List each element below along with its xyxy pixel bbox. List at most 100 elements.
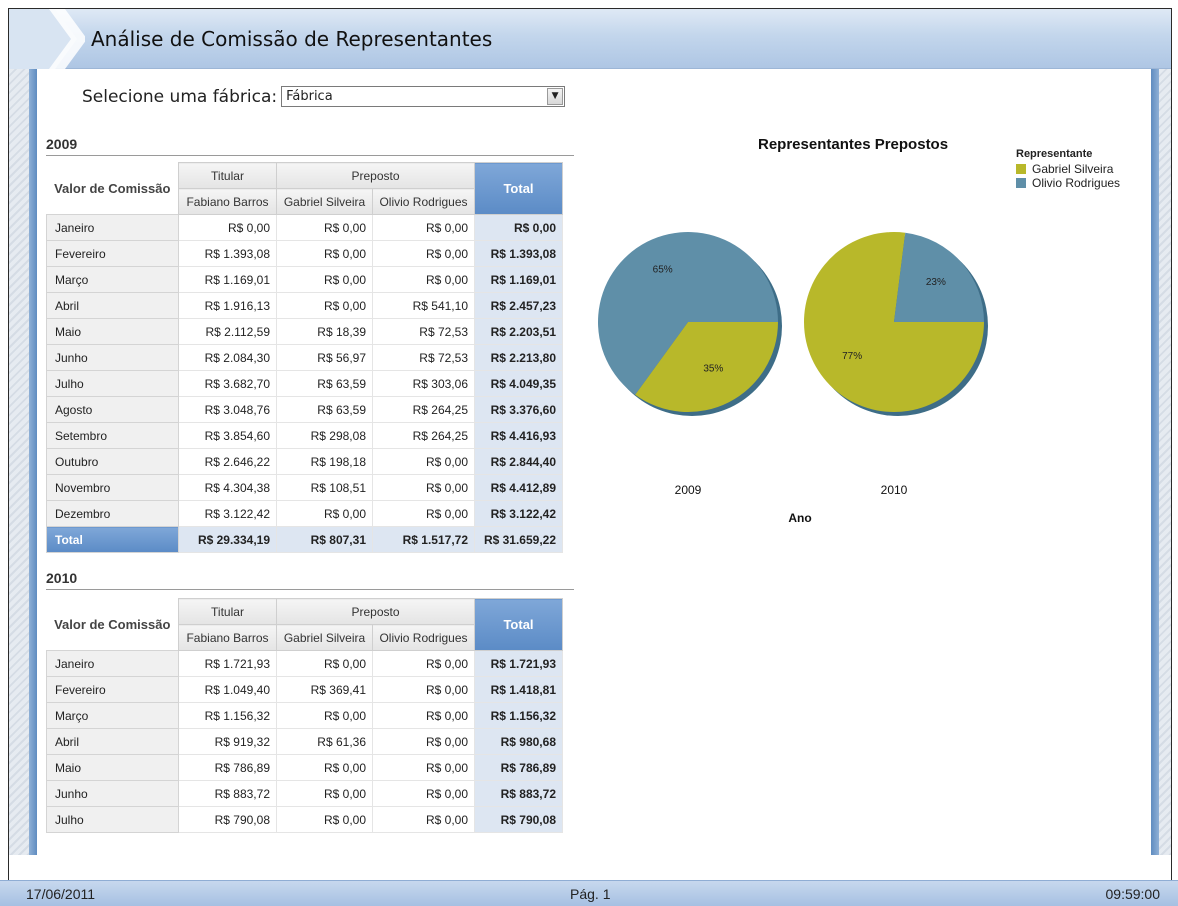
cell-olivio: R$ 0,00 [372,448,475,475]
legend-swatch [1016,178,1026,188]
cell-total: R$ 2.213,80 [474,344,563,371]
cell-fabiano: R$ 0,00 [178,214,277,241]
cell-total: R$ 1.721,93 [474,650,563,677]
factory-selector-label: Selecione uma fábrica: [82,86,278,107]
legend-item-olivio: Olivio Rodrigues [1016,176,1120,190]
row-month: Outubro [46,448,179,475]
table-row: Maio R$ 786,89 R$ 0,00 R$ 0,00 R$ 786,89 [46,754,563,781]
cell-fabiano: R$ 3.854,60 [178,422,277,449]
cell-olivio: R$ 541,10 [372,292,475,319]
cell-gabriel: R$ 18,39 [276,318,373,345]
footer-bar: 17/06/2011 Pág. 1 09:59:00 [0,880,1178,906]
chevron-down-icon[interactable]: ▼ [547,88,564,105]
col-group-preposto: Preposto [276,162,475,189]
row-month: Agosto [46,396,179,423]
cell-olivio: R$ 0,00 [372,702,475,729]
row-month: Novembro [46,474,179,501]
cell-gabriel: R$ 0,00 [276,702,373,729]
right-border [1151,69,1171,855]
chart-legend: Representante Gabriel Silveira Olivio Ro… [1016,148,1120,190]
table-row: Agosto R$ 3.048,76 R$ 63,59 R$ 264,25 R$ 3.3… [46,396,563,423]
cell-olivio: R$ 72,53 [372,344,475,371]
row-month: Junho [46,344,179,371]
footer-date: 17/06/2011 [26,886,96,902]
cell-gabriel: R$ 56,97 [276,344,373,371]
cell-olivio: R$ 264,25 [372,422,475,449]
cell-olivio: R$ 0,00 [372,214,475,241]
cell-total: R$ 4.416,93 [474,422,563,449]
cell-gabriel: R$ 0,00 [276,500,373,527]
table-row: Abril R$ 1.916,13 R$ 0,00 R$ 541,10 R$ 2.457… [46,292,563,319]
cell-total: R$ 786,89 [474,754,563,781]
table-row: Março R$ 1.156,32 R$ 0,00 R$ 0,00 R$ 1.156,3… [46,702,563,729]
cell-total: R$ 2.844,40 [474,448,563,475]
cell-fabiano: R$ 919,32 [178,728,277,755]
pie-category-label: 2009 [675,483,702,497]
col-group-preposto: Preposto [276,598,475,625]
cell-total: R$ 2.457,23 [474,292,563,319]
col-olivio-rodrigues: Olivio Rodrigues [372,624,475,651]
row-month: Julho [46,806,179,833]
pie-data-label: 65% [653,264,673,275]
table-total-row: Total R$ 29.334,19 R$ 807,31 R$ 1.517,72 R$ … [46,526,563,553]
table-row: Março R$ 1.169,01 R$ 0,00 R$ 0,00 R$ 1.169,0… [46,266,563,293]
table-row: Julho R$ 790,08 R$ 0,00 R$ 0,00 R$ 790,08 [46,806,563,833]
cell-gabriel: R$ 0,00 [276,754,373,781]
cell-olivio: R$ 0,00 [372,676,475,703]
cell-fabiano: R$ 1.916,13 [178,292,277,319]
table-row: Maio R$ 2.112,59 R$ 18,39 R$ 72,53 R$ 2.203,… [46,318,563,345]
cell-gabriel: R$ 63,59 [276,396,373,423]
cell-gabriel: R$ 0,00 [276,806,373,833]
cell-total: R$ 4.412,89 [474,474,563,501]
cell-gabriel: R$ 198,18 [276,448,373,475]
cell-total: R$ 31.659,22 [474,526,563,553]
row-month: Dezembro [46,500,179,527]
cell-olivio: R$ 1.517,72 [372,526,475,553]
cell-fabiano: R$ 4.304,38 [178,474,277,501]
cell-fabiano: R$ 1.049,40 [178,676,277,703]
table-row: Julho R$ 3.682,70 R$ 63,59 R$ 303,06 R$ 4.04… [46,370,563,397]
table-corner-label: Valor de Comissão [46,598,179,651]
cell-olivio: R$ 72,53 [372,318,475,345]
cell-gabriel: R$ 0,00 [276,292,373,319]
cell-olivio: R$ 0,00 [372,474,475,501]
row-month: Maio [46,318,179,345]
row-month: Fevereiro [46,240,179,267]
row-month: Julho [46,370,179,397]
cell-olivio: R$ 264,25 [372,396,475,423]
cell-olivio: R$ 0,00 [372,806,475,833]
pie-category-label: 2010 [881,483,908,497]
header-chevron-icon [9,9,85,69]
table-row: Outubro R$ 2.646,22 R$ 198,18 R$ 0,00 R$ 2.8… [46,448,563,475]
legend-title: Representante [1016,148,1093,160]
cell-olivio: R$ 0,00 [372,780,475,807]
row-month: Março [46,266,179,293]
row-month: Janeiro [46,650,179,677]
cell-fabiano: R$ 883,72 [178,780,277,807]
cell-gabriel: R$ 0,00 [276,650,373,677]
col-olivio-rodrigues: Olivio Rodrigues [372,188,475,215]
year-heading-2009: 2009 [46,136,574,156]
col-fabiano-barros: Fabiano Barros [178,624,277,651]
factory-select-value: Fábrica [286,89,333,104]
table-row: Fevereiro R$ 1.393,08 R$ 0,00 R$ 0,00 R$ 1.3… [46,240,563,267]
cell-olivio: R$ 0,00 [372,240,475,267]
cell-total: R$ 980,68 [474,728,563,755]
pie-chart: 35% 65% 2009 77% 23% 2010 Ano [598,232,988,525]
pie-data-label: 23% [926,277,946,288]
cell-olivio: R$ 0,00 [372,728,475,755]
cell-fabiano: R$ 2.084,30 [178,344,277,371]
col-gabriel-silveira: Gabriel Silveira [276,624,373,651]
cell-olivio: R$ 0,00 [372,754,475,781]
table-row: Janeiro R$ 0,00 R$ 0,00 R$ 0,00 R$ 0,00 [46,214,563,241]
row-month: Total [46,526,179,553]
footer-page: Pág. 1 [570,886,611,902]
row-month: Abril [46,292,179,319]
cell-gabriel: R$ 0,00 [276,240,373,267]
cell-fabiano: R$ 1.156,32 [178,702,277,729]
cell-gabriel: R$ 807,31 [276,526,373,553]
factory-select[interactable]: Fábrica ▼ [281,86,566,107]
page-title: Análise de Comissão de Representantes [91,27,493,51]
cell-olivio: R$ 303,06 [372,370,475,397]
cell-fabiano: R$ 790,08 [178,806,277,833]
